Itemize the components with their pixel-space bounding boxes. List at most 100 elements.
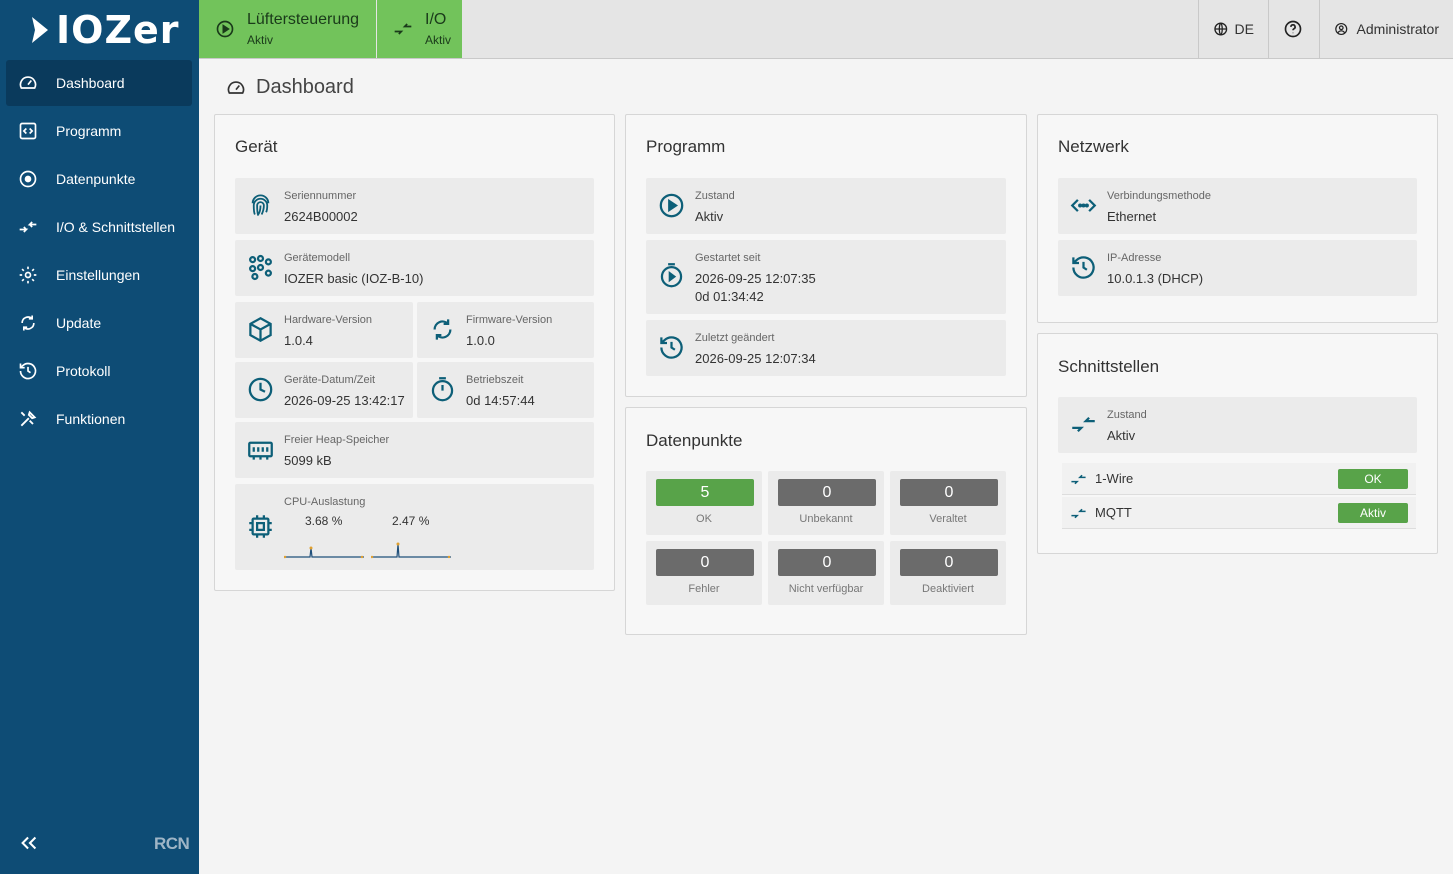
history-icon bbox=[660, 336, 683, 359]
datapoint-label: Veraltet bbox=[929, 513, 967, 525]
dots-icon bbox=[249, 254, 272, 281]
interfaces-card: Schnittstellen Zustand Aktiv 1-Wire OK M… bbox=[1037, 333, 1438, 554]
sidebar-item-label: Programm bbox=[56, 123, 122, 139]
serial-box: Seriennummer 2624B00002 bbox=[235, 178, 594, 234]
globe-icon bbox=[1214, 22, 1228, 36]
stopwatch-icon bbox=[431, 377, 454, 402]
sidebar-item-einstellungen[interactable]: Einstellungen bbox=[6, 252, 192, 298]
top-right-menu: DE Administrator bbox=[1198, 0, 1453, 58]
logo: IOZer bbox=[30, 8, 180, 52]
interface-status-badge: Aktiv bbox=[1338, 503, 1408, 523]
interface-name: 1-Wire bbox=[1095, 471, 1134, 486]
dashboard-icon bbox=[19, 76, 37, 89]
datetime-box: Geräte-Datum/Zeit 2026-09-25 13:42:17 bbox=[235, 362, 413, 418]
target-icon bbox=[19, 170, 37, 188]
sidebar-item-io[interactable]: I/O & Schnittstellen bbox=[6, 204, 192, 250]
logo-text: IOZer bbox=[56, 8, 180, 52]
interfaces-state-label: Zustand bbox=[1107, 409, 1147, 421]
tab-title: I/O bbox=[425, 10, 447, 28]
gear-icon bbox=[19, 266, 37, 284]
hw-version-value: 1.0.4 bbox=[284, 333, 313, 348]
play-icon bbox=[216, 20, 234, 38]
datetime-value: 2026-09-25 13:42:17 bbox=[284, 393, 405, 408]
user-menu-button[interactable]: Administrator bbox=[1319, 0, 1453, 58]
network-card: Netzwerk Verbindungsmethode Ethernet IP-… bbox=[1037, 114, 1438, 323]
datapoint-stale[interactable]: 0 Veraltet bbox=[890, 471, 1006, 535]
sidebar-item-protokoll[interactable]: Protokoll bbox=[6, 348, 192, 394]
clock-icon bbox=[248, 377, 273, 402]
sidebar-item-label: Dashboard bbox=[56, 75, 125, 91]
sidebar-item-label: Datenpunkte bbox=[56, 171, 136, 187]
sidebar-item-label: I/O & Schnittstellen bbox=[56, 219, 176, 235]
datapoint-count: 0 bbox=[900, 479, 998, 506]
serial-value: 2624B00002 bbox=[284, 209, 358, 224]
tools-icon bbox=[20, 410, 37, 427]
uptime-box: Betriebszeit 0d 14:57:44 bbox=[417, 362, 594, 418]
interfaces-state-value: Aktiv bbox=[1107, 428, 1136, 443]
sidebar: IOZer Dashboard Programm Datenpunkte I/O… bbox=[0, 0, 199, 874]
cpu-core-0-sparkline bbox=[284, 546, 364, 559]
refresh-icon bbox=[433, 319, 452, 340]
serial-label: Seriennummer bbox=[284, 190, 357, 202]
play-icon bbox=[659, 193, 684, 218]
interface-name: MQTT bbox=[1095, 505, 1132, 520]
datapoint-unknown[interactable]: 0 Unbekannt bbox=[768, 471, 884, 535]
sidebar-item-programm[interactable]: Programm bbox=[6, 108, 192, 154]
sidebar-item-dashboard[interactable]: Dashboard bbox=[6, 60, 192, 106]
card-title: Schnittstellen bbox=[1058, 357, 1160, 376]
uptime-value: 0d 14:57:44 bbox=[466, 393, 535, 408]
interface-row-1wire[interactable]: 1-Wire OK bbox=[1062, 463, 1416, 495]
sidebar-item-label: Funktionen bbox=[56, 411, 126, 427]
arrows-in-icon bbox=[1071, 474, 1086, 485]
ip-address-box: IP-Adresse 10.0.1.3 (DHCP) bbox=[1058, 240, 1417, 296]
fw-version-box: Firmware-Version 1.0.0 bbox=[417, 302, 594, 358]
network-method-label: Verbindungsmethode bbox=[1107, 190, 1211, 202]
datapoint-label: Fehler bbox=[688, 583, 720, 595]
language-button[interactable]: DE bbox=[1198, 0, 1268, 58]
user-name: Administrator bbox=[1356, 21, 1439, 37]
code-icon bbox=[19, 122, 37, 140]
program-changed-label: Zuletzt geändert bbox=[695, 332, 775, 344]
datapoint-label: OK bbox=[696, 513, 712, 525]
help-button[interactable] bbox=[1268, 0, 1319, 58]
program-state-value: Aktiv bbox=[695, 209, 724, 224]
tab-io[interactable]: I/O Aktiv bbox=[377, 0, 462, 58]
cpu-core-0-value: 3.68 % bbox=[305, 514, 343, 528]
tab-lueftersteuerung[interactable]: Lüftersteuerung Aktiv bbox=[199, 0, 376, 58]
heap-label: Freier Heap-Speicher bbox=[284, 434, 390, 446]
network-method-value: Ethernet bbox=[1107, 209, 1157, 224]
model-label: Gerätemodell bbox=[284, 252, 351, 264]
refresh-icon bbox=[21, 315, 35, 331]
model-box: Gerätemodell IOZER basic (IOZ-B-10) bbox=[235, 240, 594, 296]
sidebar-item-label: Einstellungen bbox=[56, 267, 141, 283]
ethernet-icon bbox=[1070, 199, 1097, 212]
datapoint-count: 0 bbox=[900, 549, 998, 576]
memory-icon bbox=[248, 441, 273, 460]
cpu-core-1-value: 2.47 % bbox=[392, 514, 430, 528]
card-title: Datenpunkte bbox=[646, 431, 743, 450]
tab-status: Aktiv bbox=[247, 32, 274, 47]
interface-row-mqtt[interactable]: MQTT Aktiv bbox=[1062, 497, 1416, 529]
datapoint-ok[interactable]: 5 OK bbox=[646, 471, 762, 535]
heap-value: 5099 kB bbox=[284, 453, 332, 468]
datapoint-disabled[interactable]: 0 Deaktiviert bbox=[890, 541, 1006, 605]
datapoint-count: 0 bbox=[778, 479, 876, 506]
program-state-label: Zustand bbox=[695, 190, 735, 202]
datapoint-count: 0 bbox=[778, 549, 876, 576]
arrows-in-icon bbox=[19, 221, 37, 233]
help-icon bbox=[1284, 20, 1302, 38]
collapse-sidebar-icon[interactable] bbox=[18, 832, 40, 854]
program-changed-value: 2026-09-25 12:07:34 bbox=[695, 351, 816, 366]
sidebar-item-funktionen[interactable]: Funktionen bbox=[6, 396, 192, 442]
topbar: Lüftersteuerung Aktiv I/O Aktiv DE Admin… bbox=[199, 0, 1453, 59]
sidebar-item-datenpunkte[interactable]: Datenpunkte bbox=[6, 156, 192, 202]
datapoint-error[interactable]: 0 Fehler bbox=[646, 541, 762, 605]
page-title-text: Dashboard bbox=[256, 76, 354, 98]
cpu-label: CPU-Auslastung bbox=[284, 496, 366, 508]
ip-address-value: 10.0.1.3 (DHCP) bbox=[1107, 271, 1204, 286]
language-label: DE bbox=[1234, 21, 1254, 37]
hw-version-box: Hardware-Version 1.0.4 bbox=[235, 302, 413, 358]
sidebar-item-update[interactable]: Update bbox=[6, 300, 192, 346]
datapoint-unavailable[interactable]: 0 Nicht verfügbar bbox=[768, 541, 884, 605]
logo-mark-icon bbox=[32, 17, 48, 43]
